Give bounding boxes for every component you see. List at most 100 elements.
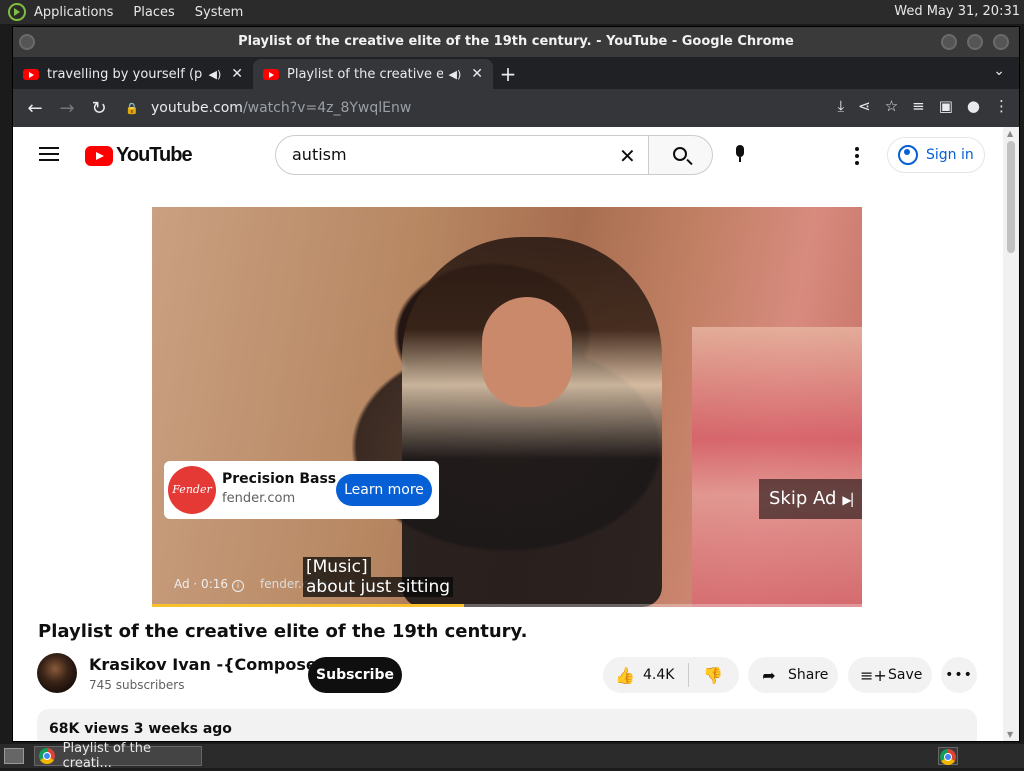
close-window-icon[interactable] (993, 34, 1009, 50)
speaker-icon[interactable]: ◀) (449, 68, 462, 81)
skip-ad-button[interactable]: Skip Ad ▶▏ (759, 479, 862, 519)
description-box[interactable]: 68K views 3 weeks ago (37, 709, 977, 741)
tab-playlist[interactable]: Playlist of the creative elite ◀) ✕ (253, 59, 493, 89)
speaker-icon[interactable]: ◀) (209, 68, 222, 81)
youtube-header: YouTube autism ✕ Sign in (13, 127, 1003, 183)
share-label: Share (788, 667, 829, 683)
ad-progress-fill (152, 604, 465, 607)
subscriber-count: 745 subscribers (89, 678, 185, 692)
url-path: /watch?v=4z_8YwqlEnw (242, 100, 412, 116)
tab-travelling[interactable]: travelling by yourself (play ◀) ✕ (13, 59, 253, 89)
places-menu[interactable]: Places (133, 5, 174, 20)
playlist-add-icon: ≡+ (860, 665, 887, 685)
scroll-up-icon[interactable]: ▲ (1007, 129, 1013, 138)
save-label: Save (888, 667, 923, 683)
user-icon (898, 145, 918, 165)
thumbs-up-icon: 👍 (615, 665, 635, 685)
reload-button[interactable]: ↻ (83, 98, 115, 119)
like-button[interactable]: 👍 4.4K (603, 663, 689, 687)
caption-line: about just sitting (303, 577, 454, 597)
media-control-icon[interactable]: ≡ (912, 97, 925, 115)
new-tab-button[interactable]: + (493, 59, 523, 89)
clear-search-icon[interactable]: ✕ (619, 144, 636, 168)
save-button[interactable]: ≡+ Save (848, 657, 932, 693)
sign-in-label: Sign in (926, 147, 974, 163)
tray-chrome[interactable] (938, 747, 958, 765)
window-title: Playlist of the creative elite of the 19… (238, 34, 794, 49)
subscribe-button[interactable]: Subscribe (308, 657, 402, 693)
distro-logo-icon[interactable] (8, 3, 26, 21)
profile-icon[interactable]: ● (967, 97, 980, 115)
search-input[interactable]: autism (275, 135, 649, 175)
scroll-down-icon[interactable]: ▼ (1007, 730, 1013, 739)
toolbar-icons: ⤓ ⋖ ☆ ≡ ▣ ● ⋮ (837, 97, 1009, 115)
video-frame-tapestry (692, 327, 862, 607)
clock[interactable]: Wed May 31, 20:31 (894, 4, 1020, 19)
dislike-button[interactable]: 👎 (689, 666, 737, 685)
like-count: 4.4K (643, 667, 675, 683)
youtube-icon (85, 145, 113, 166)
video-frame-face (482, 297, 572, 407)
url-host: youtube.com (151, 100, 243, 116)
youtube-icon (263, 68, 279, 80)
browser-window: Playlist of the creative elite of the 19… (12, 26, 1020, 742)
window-menu-icon[interactable] (19, 34, 35, 50)
site-info-icon[interactable]: 🔒 (125, 102, 139, 115)
menu-icon[interactable]: ⋮ (994, 97, 1009, 115)
scrollbar-thumb[interactable] (1007, 141, 1015, 253)
thumbs-down-icon: 👎 (703, 665, 723, 685)
close-tab-icon[interactable]: ✕ (471, 66, 483, 82)
chrome-icon (39, 748, 55, 764)
share-icon[interactable]: ⋖ (858, 97, 871, 115)
ad-progress-bar[interactable] (152, 604, 862, 607)
learn-more-button[interactable]: Learn more (336, 474, 432, 506)
taskbar-task-chrome[interactable]: Playlist of the creati... (34, 741, 202, 771)
system-menu[interactable]: System (195, 5, 243, 20)
channel-avatar[interactable] (37, 653, 77, 693)
skip-next-icon: ▶▏ (842, 493, 861, 507)
views-and-date: 68K views 3 weeks ago (49, 721, 232, 737)
ad-timer: Ad · 0:16 (174, 577, 229, 591)
bookmark-star-icon[interactable]: ☆ (885, 97, 898, 115)
maximize-icon[interactable] (967, 34, 983, 50)
share-button[interactable]: ➦ Share (748, 657, 838, 693)
tab-title: Playlist of the creative elite (287, 66, 443, 82)
caption-line: [Music] (303, 557, 371, 577)
tab-search-icon[interactable]: ⌄ (993, 63, 1005, 79)
search-icon (673, 147, 687, 161)
search-button[interactable] (649, 135, 713, 175)
browser-toolbar: ← → ↻ 🔒 youtube.com/watch?v=4z_8YwqlEnw … (13, 89, 1019, 127)
info-icon[interactable]: i (232, 580, 245, 592)
back-button[interactable]: ← (19, 98, 51, 119)
system-top-bar: Applications Places System Wed May 31, 2… (0, 0, 1024, 24)
ad-domain[interactable]: fender.com (222, 491, 295, 506)
ad-advertiser[interactable]: Precision Bass (222, 471, 336, 487)
tab-strip: travelling by yourself (play ◀) ✕ Playli… (13, 57, 1019, 89)
tab-title: travelling by yourself (play (47, 66, 203, 82)
fender-logo: Fender (168, 466, 216, 514)
like-dislike-group: 👍 4.4K 👎 (603, 657, 739, 693)
applications-menu[interactable]: Applications (34, 5, 113, 20)
window-titlebar[interactable]: Playlist of the creative elite of the 19… (13, 27, 1019, 57)
video-frame-person (402, 237, 662, 607)
taskbar-task-label: Playlist of the creati... (62, 741, 151, 771)
install-icon[interactable]: ⤓ (837, 97, 844, 115)
forward-button[interactable]: → (51, 98, 83, 119)
close-tab-icon[interactable]: ✕ (231, 66, 243, 82)
more-actions-button[interactable]: ••• (941, 657, 977, 693)
hamburger-menu-icon[interactable] (39, 147, 59, 161)
youtube-logo[interactable]: YouTube (85, 144, 193, 167)
settings-kebab-icon[interactable] (855, 147, 859, 168)
microphone-icon[interactable] (735, 145, 745, 163)
sign-in-button[interactable]: Sign in (887, 137, 985, 173)
page-scrollbar[interactable]: ▲ ▼ (1003, 127, 1019, 741)
youtube-wordmark: YouTube (116, 144, 193, 166)
video-title: Playlist of the creative elite of the 19… (38, 621, 528, 642)
ad-card[interactable]: Fender Precision Bass fender.com Learn m… (164, 461, 439, 519)
video-player[interactable]: Fender Precision Bass fender.com Learn m… (152, 207, 862, 607)
minimize-icon[interactable] (941, 34, 957, 50)
side-panel-icon[interactable]: ▣ (939, 97, 953, 115)
show-desktop-icon[interactable] (4, 748, 24, 764)
chrome-icon (940, 749, 956, 765)
channel-name[interactable]: Krasikov Ivan -{Composer}- (89, 655, 343, 674)
